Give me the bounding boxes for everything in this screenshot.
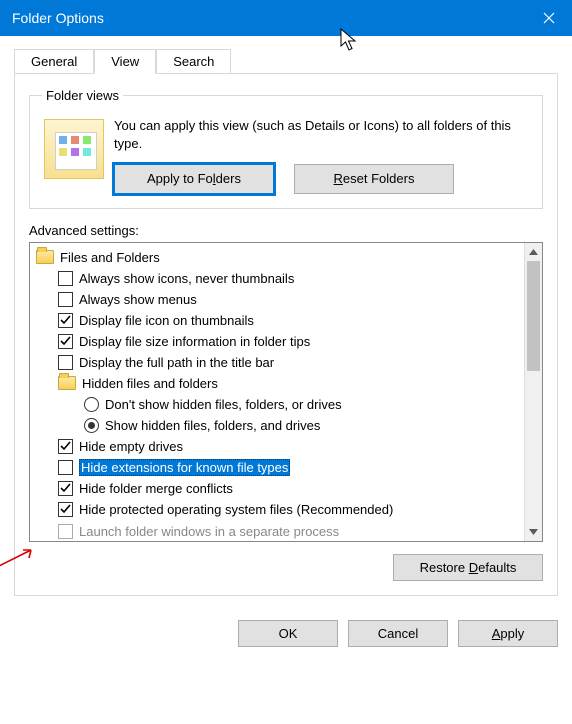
list-item[interactable]: Launch folder windows in a separate proc…: [32, 521, 522, 541]
list-item[interactable]: Display file icon on thumbnails: [32, 310, 522, 331]
list-item[interactable]: Always show icons, never thumbnails: [32, 268, 522, 289]
checkbox[interactable]: [58, 355, 73, 370]
radio[interactable]: [84, 418, 99, 433]
list-item-label: Hide protected operating system files (R…: [79, 502, 393, 517]
list-item-label: Always show menus: [79, 292, 197, 307]
apply-button[interactable]: Apply: [458, 620, 558, 647]
titlebar[interactable]: Folder Options: [0, 0, 572, 36]
tab-panel-view: Folder views You can apply this view (su…: [14, 73, 558, 596]
apply-to-folders-button[interactable]: Apply to Folders: [114, 164, 274, 194]
list-item[interactable]: Hide empty drives: [32, 436, 522, 457]
checkbox[interactable]: [58, 481, 73, 496]
list-item[interactable]: Hide folder merge conflicts: [32, 478, 522, 499]
list-item[interactable]: Hide protected operating system files (R…: [32, 499, 522, 520]
checkbox[interactable]: [58, 439, 73, 454]
tab-label: Search: [173, 54, 214, 69]
folder-views-group: Folder views You can apply this view (su…: [29, 88, 543, 209]
list-item[interactable]: Display file size information in folder …: [32, 331, 522, 352]
tab-search[interactable]: Search: [156, 49, 231, 74]
list-item-label: Hide extensions for known file types: [79, 459, 290, 476]
folder-views-desc: You can apply this view (such as Details…: [114, 117, 530, 152]
list-item-label: Don't show hidden files, folders, or dri…: [105, 397, 342, 412]
cancel-button[interactable]: Cancel: [348, 620, 448, 647]
dialog-buttons: OK Cancel Apply: [0, 610, 572, 661]
list-item-label: Show hidden files, folders, and drives: [105, 418, 320, 433]
list-item[interactable]: Display the full path in the title bar: [32, 352, 522, 373]
tab-row: General View Search: [14, 48, 558, 73]
list-item[interactable]: Don't show hidden files, folders, or dri…: [32, 394, 522, 415]
folder-icon: [58, 376, 76, 390]
list-item-label: Always show icons, never thumbnails: [79, 271, 294, 286]
tree-group-files-folders: Files and Folders: [32, 247, 522, 268]
advanced-settings-label: Advanced settings:: [29, 223, 543, 238]
radio[interactable]: [84, 397, 99, 412]
advanced-settings-list[interactable]: Files and Folders Always show icons, nev…: [29, 242, 543, 542]
list-item-hide-extensions[interactable]: Hide extensions for known file types: [32, 457, 522, 478]
checkbox[interactable]: [58, 313, 73, 328]
scroll-down-icon[interactable]: [525, 523, 542, 541]
list-item-label: Display file icon on thumbnails: [79, 313, 254, 328]
list-item-label: Hide empty drives: [79, 439, 183, 454]
list-item[interactable]: Always show menus: [32, 289, 522, 310]
checkbox[interactable]: [58, 334, 73, 349]
list-item[interactable]: Show hidden files, folders, and drives: [32, 415, 522, 436]
scroll-up-icon[interactable]: [525, 243, 542, 261]
tab-view[interactable]: View: [94, 49, 156, 74]
folder-preview-icon: [44, 119, 104, 179]
close-icon: [543, 12, 555, 24]
folder-views-legend: Folder views: [42, 88, 123, 103]
tab-label: General: [31, 54, 77, 69]
checkbox[interactable]: [58, 271, 73, 286]
reset-folders-button[interactable]: Reset Folders: [294, 164, 454, 194]
checkbox[interactable]: [58, 292, 73, 307]
list-item-label: Launch folder windows in a separate proc…: [79, 524, 339, 539]
tree-group-hidden: Hidden files and folders: [32, 373, 522, 394]
tab-label: View: [111, 54, 139, 69]
restore-defaults-button[interactable]: Restore Defaults: [393, 554, 543, 581]
checkbox[interactable]: [58, 460, 73, 475]
checkbox[interactable]: [58, 502, 73, 517]
scrollbar-thumb[interactable]: [527, 261, 540, 371]
folder-icon: [36, 250, 54, 264]
window-title: Folder Options: [12, 10, 104, 26]
tab-general[interactable]: General: [14, 49, 94, 74]
ok-button[interactable]: OK: [238, 620, 338, 647]
list-item-label: Display file size information in folder …: [79, 334, 310, 349]
checkbox[interactable]: [58, 524, 73, 539]
list-item-label: Hide folder merge conflicts: [79, 481, 233, 496]
list-item-label: Display the full path in the title bar: [79, 355, 274, 370]
close-button[interactable]: [526, 0, 572, 36]
scrollbar[interactable]: [524, 243, 542, 541]
